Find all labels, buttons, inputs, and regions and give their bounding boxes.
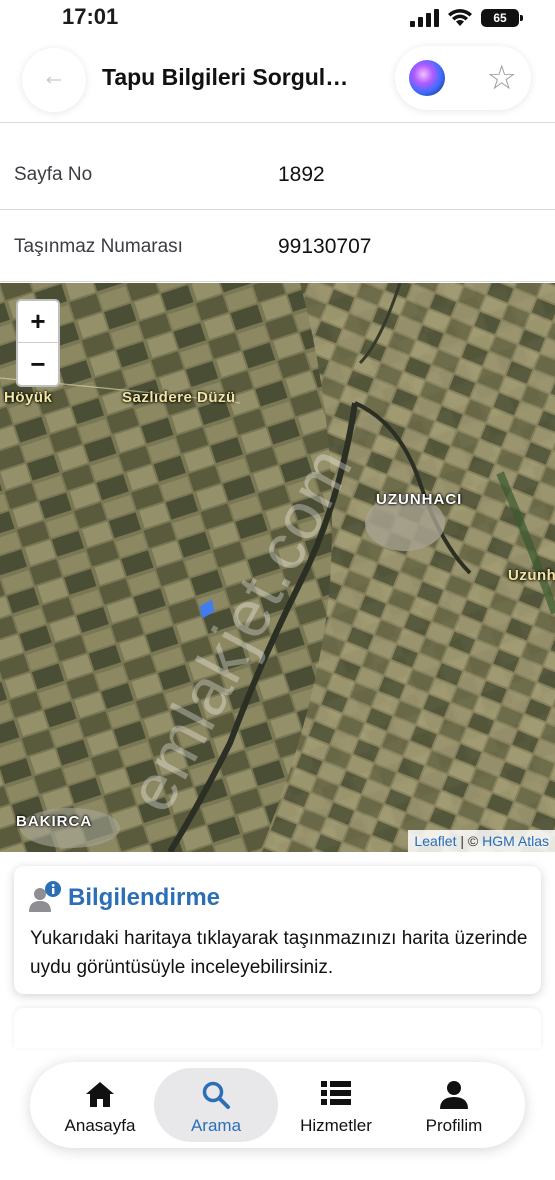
- zoom-out-button[interactable]: −: [18, 343, 58, 385]
- tab-label: Hizmetler: [300, 1116, 372, 1135]
- row-sayfa-no: Sayfa No 1892: [0, 138, 555, 210]
- tab-label: Profilim: [425, 1116, 483, 1135]
- search-icon: [202, 1081, 230, 1109]
- leaflet-link[interactable]: Leaflet: [414, 833, 456, 849]
- place-label: Höyük: [4, 389, 53, 406]
- next-card: [14, 1008, 541, 1048]
- row-value: 1892: [278, 163, 325, 186]
- tab-arama[interactable]: Arama: [154, 1068, 278, 1142]
- row-value: 99130707: [278, 235, 372, 258]
- info-card-title: Bilgilendirme: [68, 884, 221, 911]
- battery-indicator: 65: [481, 9, 523, 27]
- info-card: Bilgilendirme Yukarıdaki haritaya tıklay…: [14, 866, 541, 994]
- nav-actions: ☆: [395, 46, 531, 110]
- satellite-map[interactable]: emlakjet.com Höyük Sazlıdere Düzü UZUNHA…: [0, 283, 555, 852]
- zoom-in-button[interactable]: +: [18, 301, 58, 343]
- tab-label: Anasayfa: [64, 1116, 136, 1135]
- list-icon: [321, 1081, 351, 1105]
- zoom-control: + −: [16, 299, 60, 387]
- provider-link[interactable]: HGM Atlas: [482, 833, 549, 849]
- info-card-text: Yukarıdaki haritaya tıklayarak taşınmazı…: [30, 928, 528, 978]
- status-icons: 65: [409, 8, 523, 28]
- wifi-icon: [448, 9, 472, 26]
- map-attribution: Leaflet | © HGM Atlas: [408, 830, 555, 852]
- status-bar: 17:01 65: [0, 0, 555, 40]
- row-label: Sayfa No: [14, 164, 93, 185]
- tab-hizmetler[interactable]: Hizmetler: [274, 1068, 398, 1142]
- status-time: 17:01: [62, 4, 119, 29]
- tab-label: Arama: [190, 1116, 242, 1135]
- siri-icon[interactable]: [409, 60, 445, 96]
- page-title: Tapu Bilgileri Sorgul…: [102, 64, 349, 90]
- place-label: BAKIRCA: [16, 813, 93, 830]
- back-arrow-icon: [46, 76, 61, 84]
- nav-bar: Tapu Bilgileri Sorgul… ☆: [0, 42, 555, 118]
- home-icon: [86, 1082, 114, 1107]
- user-info-icon: [29, 881, 61, 912]
- back-button[interactable]: [22, 48, 86, 112]
- star-icon[interactable]: ☆: [487, 58, 517, 98]
- row-label: Taşınmaz Numarası: [14, 236, 183, 257]
- row-tasinmaz-numarasi: Taşınmaz Numarası 99130707: [0, 210, 555, 282]
- place-label: Uzunh: [508, 567, 555, 584]
- person-icon: [440, 1081, 468, 1109]
- attribution-separator: | ©: [456, 833, 483, 849]
- nav-divider: [0, 122, 555, 123]
- tab-anasayfa[interactable]: Anasayfa: [38, 1068, 162, 1142]
- place-label: Sazlıdere Düzü: [122, 389, 236, 406]
- signal-icon: [410, 9, 439, 27]
- bottom-tab-bar: Anasayfa Arama Hizmetler Profilim: [30, 1062, 525, 1148]
- tab-profilim[interactable]: Profilim: [392, 1068, 516, 1142]
- place-label: UZUNHACI: [376, 491, 463, 508]
